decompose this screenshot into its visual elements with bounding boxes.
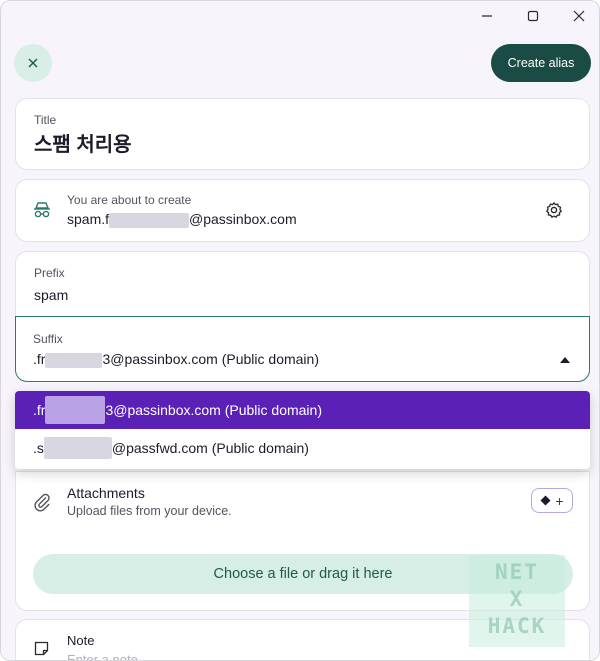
- suffix-value-end: 3@passinbox.com (Public domain): [102, 351, 319, 367]
- watermark-line: X: [509, 587, 525, 611]
- note-icon: [34, 641, 49, 660]
- suffix-option[interactable]: .s @passfwd.com (Public domain): [15, 429, 590, 467]
- gear-icon[interactable]: [545, 201, 563, 224]
- watermark-line: HACK: [487, 614, 547, 638]
- window-close-icon: [573, 10, 585, 22]
- option-end: 3@passinbox.com (Public domain): [105, 402, 322, 418]
- caret-up-icon[interactable]: [560, 357, 570, 363]
- suffix-select[interactable]: Suffix .fr 3@passinbox.com (Public domain…: [15, 316, 590, 382]
- prefix-value[interactable]: spam: [34, 287, 68, 303]
- close-icon: [28, 58, 38, 68]
- watermark-line: NET: [495, 560, 539, 584]
- redacted-text: [45, 352, 103, 368]
- window-close-button[interactable]: [556, 3, 599, 29]
- note-placeholder[interactable]: Enter a note: [67, 652, 138, 660]
- attachments-subtitle: Upload files from your device.: [67, 504, 232, 518]
- window-titlebar: [1, 1, 599, 29]
- maximize-button[interactable]: [510, 3, 556, 29]
- prefix-field[interactable]: Prefix spam: [15, 251, 590, 317]
- paperclip-icon: [33, 492, 51, 517]
- prefix-label: Prefix: [34, 266, 65, 280]
- suffix-option-selected[interactable]: .fr 3@passinbox.com (Public domain): [15, 391, 590, 429]
- alias-preview-label: You are about to create: [67, 193, 192, 207]
- suffix-value-start: .fr: [33, 351, 46, 367]
- option-end: @passfwd.com (Public domain): [111, 440, 309, 456]
- app-window: Create alias Title 스팸 처리용 You are about …: [0, 0, 600, 661]
- title-value[interactable]: 스팸 처리용: [34, 128, 132, 157]
- redacted-text: [45, 396, 106, 424]
- alias-preview-card: You are about to create spam.f @passinbox…: [15, 179, 590, 242]
- suffix-value[interactable]: .fr 3@passinbox.com (Public domain): [33, 351, 319, 368]
- maximize-icon: [527, 10, 539, 22]
- alias-preview-value: spam.f @passinbox.com: [67, 211, 297, 228]
- netxhack-watermark-logo: NET X HACK: [469, 555, 565, 647]
- note-label: Note: [67, 633, 95, 648]
- minimize-icon: [482, 15, 492, 17]
- title-label: Title: [34, 113, 57, 127]
- redacted-text: [109, 212, 190, 228]
- incognito-icon: [32, 201, 52, 224]
- close-form-button[interactable]: [14, 44, 52, 82]
- option-start: .s: [33, 440, 44, 456]
- create-alias-button[interactable]: Create alias: [491, 44, 591, 82]
- attachments-title: Attachments: [67, 485, 145, 501]
- plus-icon: +: [555, 492, 564, 509]
- option-start: .fr: [33, 402, 46, 418]
- suffix-dropdown: .fr 3@passinbox.com (Public domain) .s @pa…: [15, 391, 590, 469]
- diamond-icon: [540, 495, 551, 506]
- alias-preview-prefix: spam.f: [67, 211, 110, 227]
- attachments-upgrade-badge[interactable]: +: [531, 488, 573, 513]
- suffix-label: Suffix: [33, 332, 63, 346]
- minimize-button[interactable]: [464, 3, 510, 29]
- alias-preview-suffix: @passinbox.com: [189, 211, 297, 227]
- title-field[interactable]: Title 스팸 처리용: [15, 98, 590, 170]
- redacted-text: [43, 437, 112, 459]
